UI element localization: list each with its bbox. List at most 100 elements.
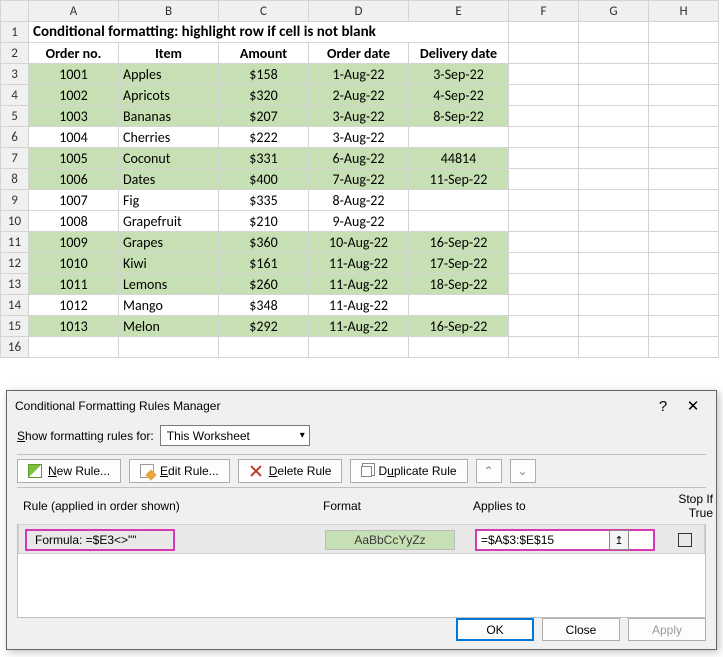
cell[interactable]: Cherries bbox=[119, 127, 219, 148]
cell[interactable] bbox=[649, 85, 719, 106]
cell[interactable] bbox=[579, 43, 649, 64]
cell[interactable]: 11-Aug-22 bbox=[309, 274, 409, 295]
cell[interactable] bbox=[579, 316, 649, 337]
spreadsheet-grid[interactable]: A B C D E F G H 1 Conditional formatting… bbox=[0, 0, 719, 358]
cell[interactable]: $158 bbox=[219, 64, 309, 85]
cell[interactable] bbox=[579, 253, 649, 274]
row-header[interactable]: 10 bbox=[1, 211, 29, 232]
select-all-corner[interactable] bbox=[1, 1, 29, 22]
cell[interactable] bbox=[649, 274, 719, 295]
close-icon[interactable]: ✕ bbox=[678, 397, 708, 415]
cell[interactable]: 1-Aug-22 bbox=[309, 64, 409, 85]
cell[interactable]: $207 bbox=[219, 106, 309, 127]
cell[interactable] bbox=[649, 169, 719, 190]
cell[interactable] bbox=[649, 295, 719, 316]
cell[interactable] bbox=[649, 211, 719, 232]
cell[interactable] bbox=[119, 337, 219, 358]
cell[interactable]: $320 bbox=[219, 85, 309, 106]
cell[interactable] bbox=[509, 169, 579, 190]
cell[interactable] bbox=[509, 127, 579, 148]
row-header[interactable]: 15 bbox=[1, 316, 29, 337]
cell[interactable] bbox=[509, 85, 579, 106]
cell[interactable]: 1004 bbox=[29, 127, 119, 148]
cell[interactable]: 1011 bbox=[29, 274, 119, 295]
cell[interactable]: 11-Aug-22 bbox=[309, 316, 409, 337]
table-header[interactable]: Delivery date bbox=[409, 43, 509, 64]
cell[interactable] bbox=[509, 337, 579, 358]
cell[interactable] bbox=[649, 253, 719, 274]
row-header[interactable]: 13 bbox=[1, 274, 29, 295]
col-header[interactable]: B bbox=[119, 1, 219, 22]
cell[interactable]: $222 bbox=[219, 127, 309, 148]
table-header[interactable]: Order no. bbox=[29, 43, 119, 64]
duplicate-rule-button[interactable]: Duplicate Rule bbox=[350, 459, 467, 483]
move-down-button[interactable]: ⌄ bbox=[510, 459, 536, 483]
cell[interactable] bbox=[509, 22, 579, 43]
cell[interactable]: 3-Aug-22 bbox=[309, 127, 409, 148]
cell[interactable]: 1003 bbox=[29, 106, 119, 127]
col-header[interactable]: A bbox=[29, 1, 119, 22]
cell[interactable] bbox=[409, 337, 509, 358]
cell[interactable]: $335 bbox=[219, 190, 309, 211]
col-header[interactable]: D bbox=[309, 1, 409, 22]
cell[interactable]: Bananas bbox=[119, 106, 219, 127]
row-header[interactable]: 1 bbox=[1, 22, 29, 43]
cell[interactable]: $331 bbox=[219, 148, 309, 169]
apply-button[interactable]: Apply bbox=[628, 618, 706, 641]
row-header[interactable]: 16 bbox=[1, 337, 29, 358]
table-header[interactable]: Amount bbox=[219, 43, 309, 64]
cell[interactable]: $348 bbox=[219, 295, 309, 316]
ok-button[interactable]: OK bbox=[456, 618, 534, 641]
cell[interactable] bbox=[579, 106, 649, 127]
sheet-title[interactable]: Conditional formatting: highlight row if… bbox=[29, 22, 509, 43]
cell[interactable]: 1007 bbox=[29, 190, 119, 211]
cell[interactable] bbox=[309, 337, 409, 358]
cell[interactable]: 11-Aug-22 bbox=[309, 295, 409, 316]
range-picker-icon[interactable]: ↥ bbox=[609, 530, 629, 550]
cell[interactable]: 6-Aug-22 bbox=[309, 148, 409, 169]
row-header[interactable]: 3 bbox=[1, 64, 29, 85]
cell[interactable]: 1006 bbox=[29, 169, 119, 190]
cell[interactable] bbox=[509, 106, 579, 127]
cell[interactable] bbox=[649, 232, 719, 253]
cell[interactable] bbox=[579, 85, 649, 106]
cell[interactable]: 1009 bbox=[29, 232, 119, 253]
col-header[interactable]: H bbox=[649, 1, 719, 22]
cell[interactable] bbox=[579, 64, 649, 85]
cell[interactable] bbox=[509, 316, 579, 337]
cell[interactable]: 8-Aug-22 bbox=[309, 190, 409, 211]
cell[interactable] bbox=[579, 274, 649, 295]
cell[interactable]: 11-Aug-22 bbox=[309, 253, 409, 274]
cell[interactable] bbox=[509, 148, 579, 169]
row-header[interactable]: 12 bbox=[1, 253, 29, 274]
cell[interactable]: Kiwi bbox=[119, 253, 219, 274]
cell[interactable]: $360 bbox=[219, 232, 309, 253]
cell[interactable] bbox=[649, 127, 719, 148]
col-header[interactable]: C bbox=[219, 1, 309, 22]
column-header-row[interactable]: A B C D E F G H bbox=[1, 1, 719, 22]
row-header[interactable]: 8 bbox=[1, 169, 29, 190]
close-button[interactable]: Close bbox=[542, 618, 620, 641]
new-rule-button[interactable]: New Rule... bbox=[17, 459, 121, 483]
cell[interactable] bbox=[579, 337, 649, 358]
table-header[interactable]: Order date bbox=[309, 43, 409, 64]
applies-to-input[interactable] bbox=[477, 533, 607, 547]
cell[interactable]: Coconut bbox=[119, 148, 219, 169]
cell[interactable] bbox=[509, 274, 579, 295]
cell[interactable]: Grapes bbox=[119, 232, 219, 253]
cell[interactable]: 1013 bbox=[29, 316, 119, 337]
cell[interactable]: $292 bbox=[219, 316, 309, 337]
cell[interactable] bbox=[579, 232, 649, 253]
cell[interactable]: 3-Aug-22 bbox=[309, 106, 409, 127]
cell[interactable]: 9-Aug-22 bbox=[309, 211, 409, 232]
cell[interactable]: 4-Sep-22 bbox=[409, 85, 509, 106]
cell[interactable] bbox=[509, 211, 579, 232]
cell[interactable] bbox=[649, 190, 719, 211]
applies-to-field[interactable]: ↥ bbox=[475, 529, 655, 551]
cell[interactable]: 1002 bbox=[29, 85, 119, 106]
cell[interactable]: 10-Aug-22 bbox=[309, 232, 409, 253]
cell[interactable]: 1001 bbox=[29, 64, 119, 85]
cell[interactable]: 1012 bbox=[29, 295, 119, 316]
table-header[interactable]: Item bbox=[119, 43, 219, 64]
cell[interactable] bbox=[509, 295, 579, 316]
